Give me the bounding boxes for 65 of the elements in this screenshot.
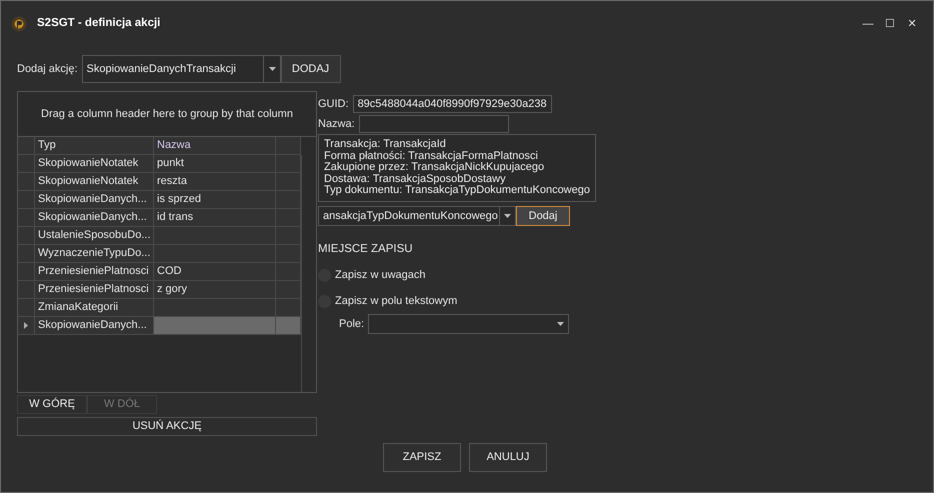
- table-cell: [276, 245, 301, 263]
- text-line: Typ dokumentu: TransakcjaTypDokumentuKoncowego: [324, 185, 590, 196]
- table-cell: z gory: [154, 281, 276, 299]
- caret-icon: [557, 322, 564, 326]
- close-button[interactable]: ✕: [901, 16, 923, 32]
- column-header: [276, 137, 301, 155]
- table-cell: reszta: [154, 173, 276, 191]
- guid-field[interactable]: 89c5488044a040f8990f97929e30a238: [352, 95, 552, 113]
- maximize-button[interactable]: ☐: [879, 16, 901, 32]
- table-cell: [276, 263, 301, 281]
- app-icon: [11, 16, 27, 32]
- window-title: S2SGT - definicja akcji: [37, 16, 160, 32]
- table-cell: [276, 227, 301, 245]
- table-cell: SkopiowanieNotatek: [35, 155, 154, 173]
- table-cell: [276, 317, 301, 335]
- table-cell: COD: [154, 263, 276, 281]
- radio-label[interactable]: Zapisz w polu tekstowym: [335, 292, 458, 310]
- field-label: Dodaj akcję:: [17, 62, 78, 77]
- text-line: Forma płatności: TransakcjaFormaPlatnosci: [324, 150, 539, 162]
- table-cell: SkopiowanieNotatek: [35, 173, 154, 191]
- field-dropdown[interactable]: ansakcjaTypDokumentuKoncowego: [318, 206, 516, 226]
- table-cell: [276, 173, 301, 191]
- caret-icon: [268, 67, 276, 71]
- table-cell: [276, 281, 301, 299]
- table-cell: PrzeniesieniePlatnosci: [35, 263, 154, 281]
- radio-label[interactable]: Zapisz w uwagach: [335, 267, 426, 284]
- add-button[interactable]: DODAJ: [280, 55, 341, 83]
- table-cell: SkopiowanieDanych...: [35, 317, 154, 335]
- table-cell: SkopiowanieDanych...: [35, 209, 154, 227]
- table-cell: id trans: [154, 209, 276, 227]
- radio-button[interactable]: [318, 294, 331, 308]
- table-cell: ZmianaKategorii: [35, 299, 154, 317]
- table-cell: [276, 191, 301, 209]
- radio-button[interactable]: [318, 269, 331, 282]
- table-cell: punkt: [154, 155, 276, 173]
- table-cell: UstalenieSposobuDo...: [35, 227, 154, 245]
- table-cell: [276, 209, 301, 227]
- current-row-icon: [24, 322, 28, 329]
- name-field[interactable]: [358, 115, 509, 133]
- table-cell: is sprzed: [154, 191, 276, 209]
- add-field-button[interactable]: Dodaj: [516, 206, 570, 226]
- caret-icon: [504, 214, 511, 218]
- text-line: Zakupione przez: TransakcjaNickKupujacego: [324, 162, 546, 174]
- mapping-textarea[interactable]: Transakcja: TransakcjaId Forma płatności: TransakcjaFormaPlatnosci Zakupione przez: TransakcjaNickKupujacego Dostawa: TransakcjaSposobDostawy Typ dokumentu: TransakcjaTypDokumentuKoncowego: [318, 134, 596, 202]
- table-cell: PrzeniesieniePlatnosci: [35, 281, 154, 299]
- field-dropdown[interactable]: [368, 314, 570, 334]
- table-cell: [276, 155, 301, 173]
- table-cell: SkopiowanieDanych...: [35, 191, 154, 209]
- cancel-button[interactable]: ANULUJ: [469, 443, 547, 472]
- table-cell: WyznaczenieTypuDo...: [35, 245, 154, 263]
- field-label: GUID:: [318, 96, 349, 112]
- text-line: Dostawa: TransakcjaSposobDostawy: [324, 174, 507, 185]
- action-dropdown[interactable]: SkopiowanieDanychTransakcji: [82, 55, 281, 83]
- section-title: MIEJSCE ZAPISU: [318, 242, 414, 257]
- row-selector[interactable]: [18, 317, 35, 335]
- table-cell: [276, 299, 301, 317]
- column-header[interactable]: Nazwa: [154, 137, 276, 155]
- minimize-button[interactable]: —: [857, 16, 879, 32]
- save-button[interactable]: ZAPISZ: [383, 443, 461, 472]
- move-up-button[interactable]: W GÓRĘ: [17, 395, 87, 414]
- field-label: Pole:: [339, 317, 364, 332]
- field-label: Nazwa:: [318, 116, 355, 132]
- remove-button[interactable]: USUŃ AKCJĘ: [17, 417, 317, 436]
- text-line: Transakcja: TransakcjaId: [324, 139, 447, 150]
- column-header[interactable]: Typ: [35, 137, 154, 155]
